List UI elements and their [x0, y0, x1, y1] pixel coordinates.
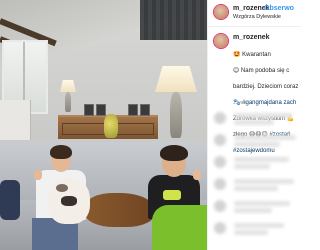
dog-snout — [61, 196, 77, 206]
comment-row — [214, 134, 300, 150]
comment-row — [214, 200, 300, 216]
caption-avatar[interactable] — [214, 34, 228, 48]
caption-line: bardziej. Dzieciom coraz — [233, 84, 299, 90]
dog-spot — [56, 184, 68, 192]
post-side-panel: m_rozenek Obserwo Wzgórza Dylewskie m_ro… — [207, 0, 301, 250]
photo-dog-bulldog — [48, 178, 90, 224]
photo-frame — [128, 104, 138, 116]
hashtag-link[interactable]: #gangmajdana zach — [242, 100, 296, 106]
comment-row — [214, 178, 300, 194]
comment-avatar — [214, 200, 226, 212]
photo-lamp-base-small — [65, 92, 71, 112]
comment-text-placeholder — [234, 120, 274, 125]
author-avatar[interactable] — [214, 5, 228, 19]
photo-cabinet — [0, 100, 31, 140]
caption-line: 🤩 Kwarantan — [233, 52, 271, 58]
shirt-logo — [163, 190, 181, 200]
comment-text-placeholder — [234, 142, 280, 147]
comment-row — [214, 112, 300, 128]
post-photo[interactable] — [0, 0, 207, 250]
post-time: 1 tydz. — [233, 100, 248, 106]
comment-text-placeholder — [234, 113, 292, 118]
caption-username[interactable]: m_rozenek — [233, 34, 270, 41]
comment-row — [214, 156, 300, 172]
comment-avatar — [214, 156, 226, 168]
photo-green-pillow — [152, 205, 207, 250]
comment-avatar — [214, 178, 226, 190]
photo-vase — [104, 114, 118, 138]
comment-text-placeholder — [234, 157, 289, 162]
person-hair — [50, 145, 72, 159]
person-hair — [160, 145, 188, 161]
photo-frame — [140, 104, 150, 116]
photo-hand — [34, 170, 42, 180]
photo-hand — [193, 170, 201, 180]
post-header: m_rozenek Obserwo Wzgórza Dylewskie — [208, 0, 301, 27]
comment-text-placeholder — [234, 223, 284, 228]
comment-text-placeholder — [234, 201, 290, 206]
caption-line: 😊 Nam podoba się c — [233, 68, 290, 74]
comment-text-placeholder — [234, 164, 270, 169]
photo-frame — [96, 104, 106, 116]
comment-text-placeholder — [234, 135, 296, 140]
post-location[interactable]: Wzgórza Dylewskie — [233, 14, 281, 20]
photo-lattice — [140, 0, 207, 40]
comment-text-placeholder — [234, 179, 294, 184]
comment-row — [214, 222, 300, 238]
photo-lamp-base-large — [170, 92, 182, 138]
comment-text-placeholder — [234, 186, 278, 191]
follow-button[interactable]: Obserwo — [264, 5, 294, 12]
photo-frame — [84, 104, 94, 116]
comment-avatar — [214, 222, 226, 234]
photo-dog-brown — [85, 193, 155, 227]
photo-pillow — [0, 180, 20, 220]
comment-avatar — [214, 134, 226, 146]
comment-avatar — [214, 112, 226, 124]
comment-text-placeholder — [234, 230, 268, 235]
comment-text-placeholder — [234, 208, 272, 213]
